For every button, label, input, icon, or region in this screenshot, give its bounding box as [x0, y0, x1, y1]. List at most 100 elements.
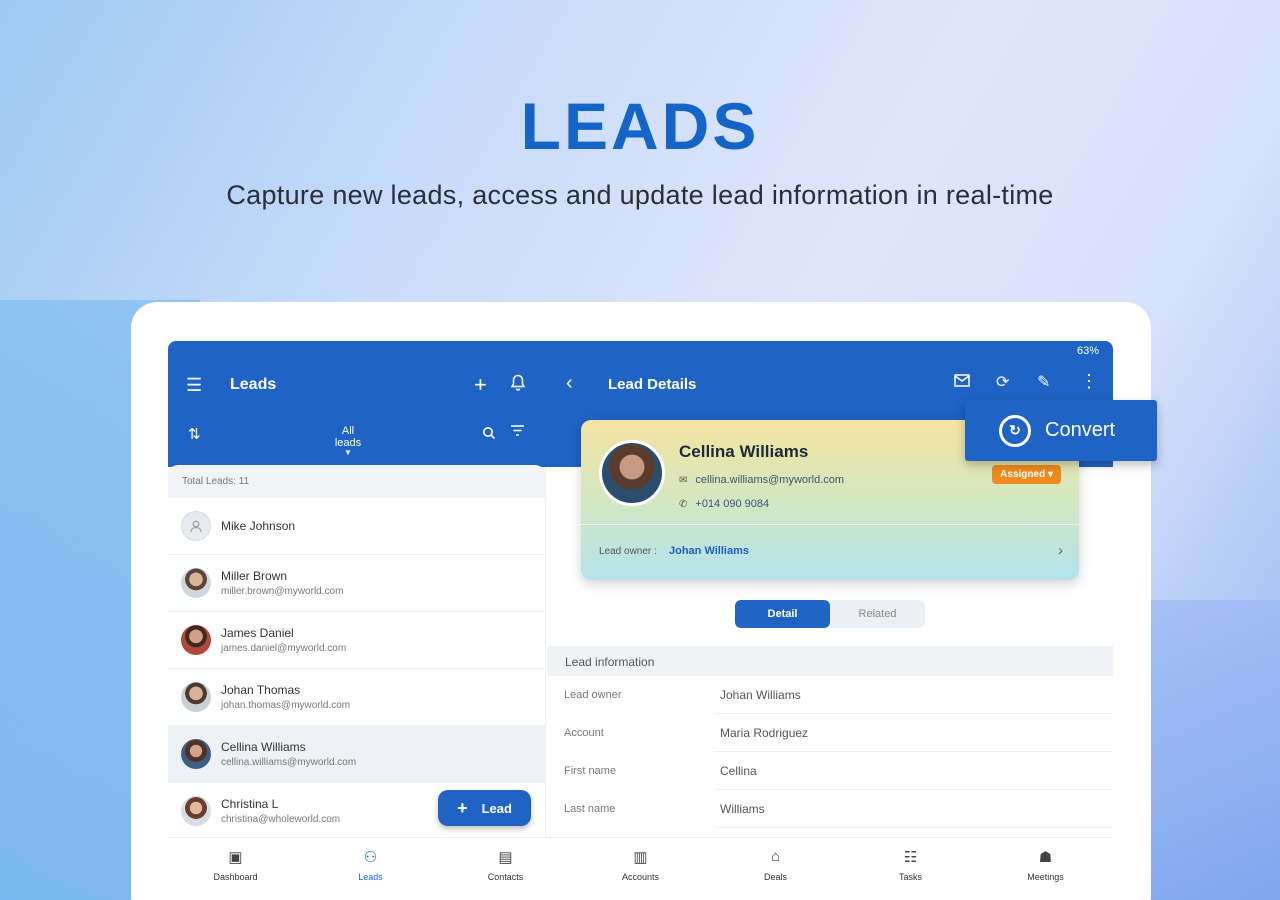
- plus-icon: +: [457, 797, 468, 818]
- nav-contacts[interactable]: ▤ Contacts: [438, 838, 573, 900]
- lead-name: Mike Johnson: [221, 519, 296, 533]
- field-label: First name: [564, 765, 616, 777]
- lead-list-item[interactable]: Miller Brown miller.brown@myworld.com: [168, 555, 545, 612]
- lead-email: johan.thomas@myworld.com: [221, 700, 351, 711]
- lead-name: Christina L: [221, 797, 279, 811]
- more-vertical-icon[interactable]: ⋮: [1080, 371, 1098, 392]
- field-label: Last name: [564, 803, 616, 815]
- all-leads-label: All leads: [334, 425, 362, 449]
- nav-dashboard[interactable]: ▣ Dashboard: [168, 838, 303, 900]
- nav-label: Contacts: [487, 872, 524, 882]
- nav-meetings[interactable]: ☗ Meetings: [978, 838, 1113, 900]
- lead-name: Johan Thomas: [221, 683, 301, 697]
- back-arrow-icon[interactable]: ‹: [566, 372, 573, 395]
- lead-email: miller.brown@myworld.com: [221, 586, 344, 597]
- caret-down-icon: ▼: [344, 448, 352, 457]
- avatar: [181, 739, 211, 769]
- add-lead-label: Lead: [481, 800, 512, 816]
- lead-name: James Daniel: [221, 626, 294, 640]
- lead-details-title: Lead Details: [608, 376, 697, 393]
- lead-information-header: Lead information: [547, 646, 1113, 676]
- tasks-icon: ☷: [903, 849, 918, 866]
- field-value: Johan Williams: [720, 688, 801, 702]
- battery-status: 63%: [1076, 345, 1099, 357]
- tab-related[interactable]: Related: [830, 600, 925, 628]
- tab-detail[interactable]: Detail: [735, 600, 830, 628]
- sort-icon[interactable]: ⇅: [188, 425, 201, 443]
- convert-icon: ↻: [999, 414, 1031, 447]
- deals-icon: ⌂: [770, 848, 781, 865]
- hero-subtitle: Capture new leads, access and update lea…: [226, 180, 1054, 210]
- nav-label: Accounts: [621, 872, 660, 882]
- lead-list-item[interactable]: James Daniel james.daniel@myworld.com: [168, 612, 545, 669]
- status-label: Assigned: [1000, 469, 1046, 480]
- lead-owner-label: Lead owner :: [599, 546, 657, 557]
- menu-icon[interactable]: ☰: [186, 375, 202, 396]
- avatar: [181, 568, 211, 598]
- meetings-icon: ☗: [1038, 849, 1053, 866]
- field-row-first-name: First name Cellina: [547, 752, 1113, 790]
- field-label: Account: [564, 727, 604, 739]
- lead-list-item[interactable]: Johan Thomas johan.thomas@myworld.com: [168, 669, 545, 726]
- convert-button[interactable]: ↻ Convert: [965, 400, 1157, 461]
- convert-icon[interactable]: ⟳: [996, 372, 1009, 392]
- lead-name: Miller Brown: [221, 569, 288, 583]
- lead-owner-link[interactable]: Johan Williams: [669, 545, 749, 557]
- leads-list-pane: Total Leads: 11 Mike Johnson Miller Brow…: [168, 465, 546, 840]
- card-email-row: ✉ cellina.williams@myworld.com: [679, 474, 844, 486]
- lead-email: james.daniel@myworld.com: [221, 643, 347, 654]
- field-row-last-name: Last name Williams: [547, 790, 1113, 828]
- nav-accounts[interactable]: ▥ Accounts: [573, 838, 708, 900]
- accounts-icon: ▥: [633, 849, 648, 866]
- email-icon: ✉: [679, 475, 688, 486]
- card-lead-name: Cellina Williams: [679, 442, 809, 461]
- bottom-navigation: ▣ Dashboard ⚇ Leads ▤ Contacts ▥ Account…: [168, 837, 1113, 900]
- total-leads-count: Total Leads: 11: [168, 465, 545, 498]
- phone-icon: ✆: [679, 499, 688, 510]
- divider: [581, 524, 1079, 525]
- lead-photo: [599, 440, 665, 506]
- lead-name: Cellina Williams: [221, 740, 306, 754]
- lead-email: christina@wholeworld.com: [221, 814, 341, 825]
- add-lead-button[interactable]: + Lead: [438, 790, 531, 826]
- card-phone: +014 090 9084: [695, 498, 770, 510]
- lead-list-item-selected[interactable]: Cellina Williams cellina.williams@myworl…: [168, 726, 545, 783]
- nav-label: Leads: [358, 872, 383, 882]
- chevron-right-icon[interactable]: ›: [1058, 542, 1063, 559]
- field-row-lead-owner: Lead owner Johan Williams: [547, 676, 1113, 714]
- nav-label: Deals: [763, 872, 787, 882]
- leads-icon: ⚇: [363, 849, 378, 866]
- search-icon[interactable]: [482, 426, 496, 440]
- lead-list-item[interactable]: Mike Johnson: [168, 498, 545, 555]
- convert-label: Convert: [1045, 419, 1116, 441]
- card-phone-row: ✆ +014 090 9084: [679, 498, 769, 510]
- avatar: [181, 625, 211, 655]
- add-icon[interactable]: +: [474, 372, 487, 398]
- filter-icon[interactable]: [510, 424, 525, 437]
- lead-email: cellina.williams@myworld.com: [221, 757, 357, 768]
- contacts-icon: ▤: [498, 849, 513, 866]
- all-leads-dropdown[interactable]: All leads ▼: [328, 425, 368, 457]
- notification-bell-icon[interactable]: [510, 374, 526, 391]
- field-value: Williams: [720, 802, 765, 816]
- nav-leads[interactable]: ⚇ Leads: [303, 838, 438, 900]
- field-row-account: Account Maria Rodriguez: [547, 714, 1113, 752]
- mail-icon[interactable]: [954, 374, 970, 387]
- leads-title: Leads: [230, 376, 277, 393]
- nav-tasks[interactable]: ☷ Tasks: [843, 838, 978, 900]
- edit-pencil-icon[interactable]: ✎: [1037, 372, 1050, 392]
- status-badge[interactable]: Assigned ▾: [992, 465, 1061, 484]
- nav-label: Dashboard: [213, 872, 258, 882]
- field-value: Cellina: [720, 764, 757, 778]
- detail-tabs: Detail Related: [735, 600, 925, 628]
- card-email: cellina.williams@myworld.com: [695, 474, 845, 486]
- avatar: [181, 796, 211, 826]
- caret-down-icon: ▾: [1047, 469, 1053, 480]
- dashboard-icon: ▣: [228, 849, 243, 866]
- nav-label: Tasks: [898, 872, 922, 882]
- field-value: Maria Rodriguez: [720, 726, 809, 740]
- avatar: [181, 511, 211, 541]
- avatar: [181, 682, 211, 712]
- field-label: Lead owner: [564, 689, 622, 701]
- nav-deals[interactable]: ⌂ Deals: [708, 838, 843, 900]
